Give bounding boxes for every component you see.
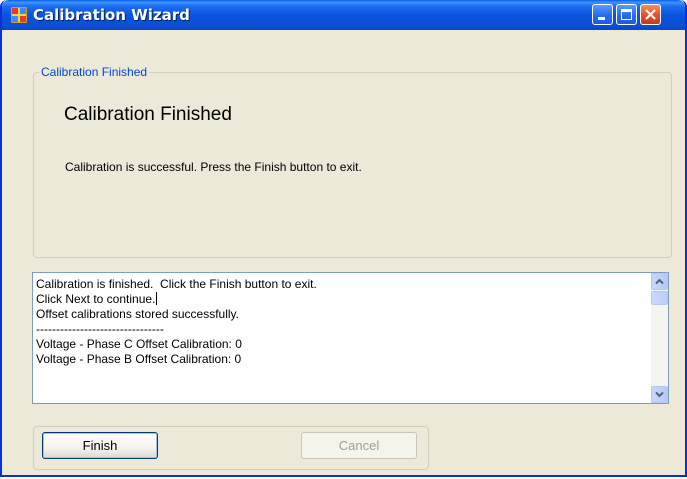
finish-button[interactable]: Finish [42, 432, 158, 459]
close-button[interactable] [640, 4, 661, 25]
groupbox-legend: Calibration Finished [39, 65, 150, 79]
text-caret [156, 292, 158, 305]
maximize-icon [621, 9, 632, 20]
log-line: Voltage - Phase B Offset Calibration: 0 [36, 352, 242, 366]
window-title: Calibration Wizard [33, 6, 190, 24]
log-line: Voltage - Phase C Offset Calibration: 0 [36, 337, 242, 351]
minimize-button[interactable] [592, 4, 613, 25]
scroll-up-button[interactable] [651, 273, 668, 290]
vertical-scrollbar[interactable] [651, 273, 668, 403]
title-bar[interactable]: Calibration Wizard [2, 0, 685, 30]
page-heading: Calibration Finished [64, 104, 232, 125]
log-lines: Calibration is finished. Click the Finis… [36, 277, 636, 367]
log-separator: -------------------------------- [36, 322, 164, 336]
log-line-text: Click Next to continue. [36, 292, 156, 306]
scrollbar-thumb[interactable] [651, 291, 668, 305]
minimize-icon [598, 17, 605, 20]
log-textbox[interactable]: Calibration is finished. Click the Finis… [32, 272, 669, 404]
maximize-button[interactable] [616, 4, 637, 25]
cancel-button[interactable]: Cancel [301, 432, 417, 459]
scroll-down-arrow-icon [655, 391, 664, 398]
status-message: Calibration is successful. Press the Fin… [65, 160, 362, 174]
scroll-down-button[interactable] [651, 386, 668, 403]
scroll-up-arrow-icon [655, 278, 664, 285]
log-line: Calibration is finished. Click the Finis… [36, 277, 317, 291]
app-icon[interactable] [10, 6, 28, 24]
log-line-with-caret: Click Next to continue. [36, 292, 636, 307]
close-icon [645, 9, 656, 20]
log-line: Offset calibrations stored successfully. [36, 307, 239, 321]
calibration-wizard-window: Calibration Wizard Calibration Finished … [0, 0, 687, 477]
